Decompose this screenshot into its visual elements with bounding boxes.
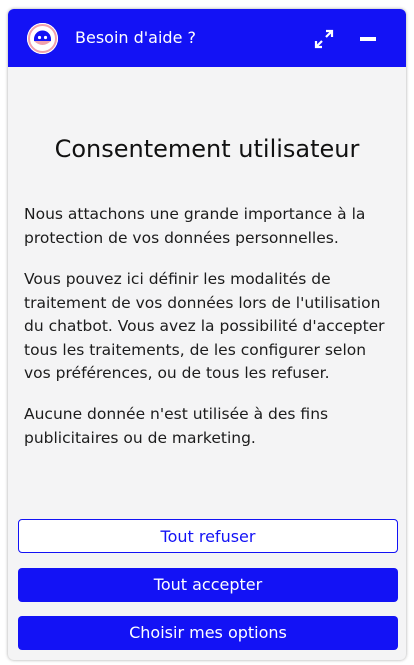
consent-title: Consentement utilisateur	[54, 135, 360, 163]
minimize-button[interactable]	[356, 28, 380, 50]
expand-button[interactable]	[313, 28, 335, 50]
expand-icon	[314, 29, 334, 49]
consent-paragraph-2: Vous pouvez ici définir les modalités de…	[24, 270, 385, 382]
choose-options-button[interactable]: Choisir mes options	[18, 616, 398, 650]
chat-widget: Besoin d'aide ? Consentement utilisateur…	[8, 9, 406, 660]
chat-header: Besoin d'aide ?	[8, 9, 406, 67]
minimize-icon	[360, 37, 376, 41]
accept-all-button[interactable]: Tout accepter	[18, 568, 398, 602]
header-title: Besoin d'aide ?	[75, 28, 196, 47]
consent-paragraph-3: Aucune donnée n'est utilisée à des fins …	[24, 405, 329, 447]
chatbot-avatar-icon	[27, 23, 58, 54]
consent-paragraph-1: Nous attachons une grande importance à l…	[24, 205, 366, 247]
refuse-all-button[interactable]: Tout refuser	[18, 519, 398, 553]
